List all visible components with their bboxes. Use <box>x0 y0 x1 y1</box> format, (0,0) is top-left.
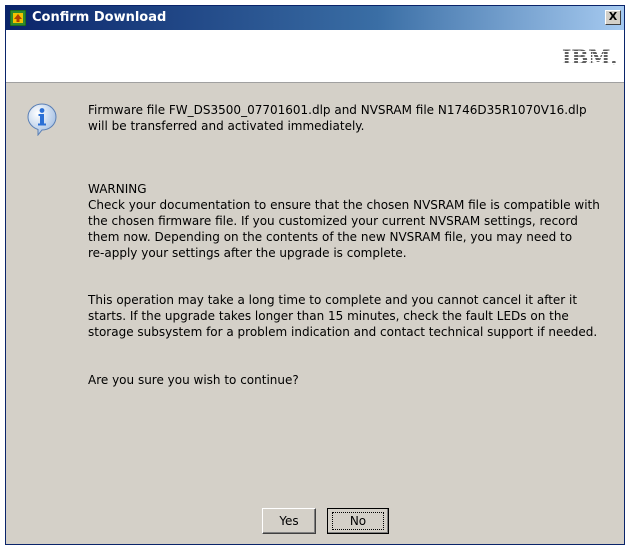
title-bar[interactable]: Confirm Download X <box>6 6 624 30</box>
storage-manager-icon <box>10 10 26 26</box>
header-banner: IBM. <box>6 30 624 83</box>
intro-text: Firmware file FW_DS3500_07701601.dlp and… <box>88 103 587 133</box>
duration-note: This operation may take a long time to c… <box>88 293 598 339</box>
ibm-logo: IBM. <box>562 46 617 68</box>
info-icon <box>27 103 57 136</box>
no-button[interactable]: No <box>327 508 389 534</box>
warning-body: Check your documentation to ensure that … <box>88 198 600 260</box>
yes-button[interactable]: Yes <box>262 508 316 534</box>
close-button[interactable]: X <box>605 10 621 25</box>
confirm-question: Are you sure you wish to continue? <box>88 373 299 387</box>
confirm-download-dialog: Confirm Download X IBM. Firmware file FW… <box>5 5 625 545</box>
no-button-label: No <box>332 512 384 530</box>
window-title: Confirm Download <box>32 10 167 25</box>
ibm-logo-text: IBM. <box>562 46 617 68</box>
warning-heading: WARNING <box>88 182 147 196</box>
